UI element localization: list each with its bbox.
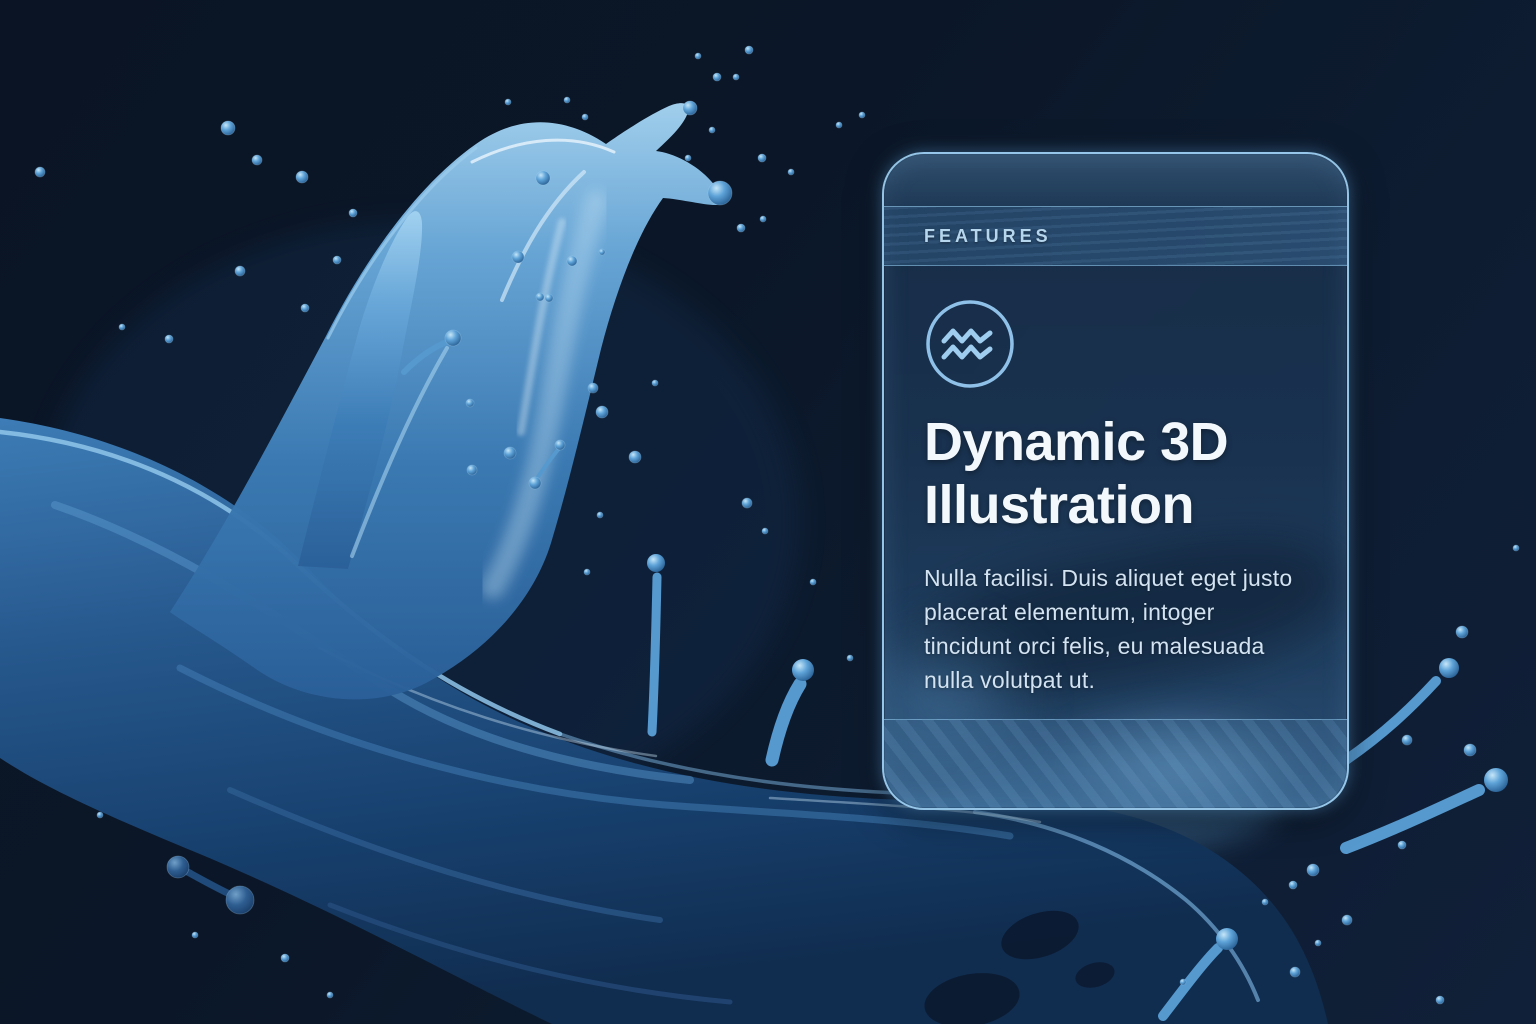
water-droplet (760, 216, 766, 222)
water-droplet (1464, 744, 1476, 756)
water-droplet (733, 74, 739, 80)
water-droplet (708, 181, 732, 205)
water-droplet (685, 155, 691, 161)
water-droplet (629, 451, 641, 463)
water-droplet (1315, 940, 1321, 946)
tendril-tip-droplet (1216, 928, 1238, 950)
water-droplet (221, 121, 235, 135)
water-droplet (252, 155, 262, 165)
water-droplet (847, 655, 853, 661)
water-droplet (584, 569, 590, 575)
card-description: Nulla facilisi. Duis aliquet eget justo … (924, 561, 1307, 697)
water-droplet (545, 294, 553, 302)
water-droplet (504, 447, 516, 459)
water-droplet (165, 335, 173, 343)
water-droplet (836, 122, 842, 128)
water-droplet (349, 209, 357, 217)
water-droplet (529, 477, 541, 489)
water-droplet (192, 932, 198, 938)
water-droplet (235, 266, 245, 276)
water-droplet (597, 512, 603, 518)
water-droplet (567, 256, 577, 266)
water-droplet (1456, 626, 1468, 638)
water-droplet (1180, 979, 1186, 985)
features-label: FEATURES (924, 226, 1052, 247)
water-droplet (1513, 545, 1519, 551)
water-droplet (695, 53, 701, 59)
water-droplet (582, 114, 588, 120)
water-droplet (1398, 841, 1406, 849)
water-droplet (301, 304, 309, 312)
water-tendril (1346, 790, 1479, 848)
water-tendril (652, 577, 657, 732)
water-tendril (1346, 681, 1436, 760)
water-droplet (445, 330, 461, 346)
water-droplet (758, 154, 766, 162)
tendril-tip-droplet (647, 554, 665, 572)
water-droplet (512, 251, 524, 263)
water-tendril (772, 684, 800, 760)
water-droplet (564, 97, 570, 103)
feature-card: FEATURES Dynamic 3D Illustration Nulla f… (882, 152, 1349, 810)
water-droplet (596, 406, 608, 418)
water-droplet (226, 886, 254, 914)
water-droplet (119, 324, 125, 330)
water-droplet (1290, 967, 1300, 977)
water-droplet (555, 440, 565, 450)
water-droplet (296, 171, 308, 183)
water-droplet (333, 256, 341, 264)
card-title: Dynamic 3D Illustration (924, 411, 1307, 537)
water-droplet (467, 465, 477, 475)
card-header: FEATURES (884, 207, 1347, 266)
water-droplet (505, 99, 511, 105)
water-droplet (859, 112, 865, 118)
card-top-strip (884, 154, 1347, 207)
water-droplet (713, 73, 721, 81)
water-droplet (1436, 996, 1444, 1004)
water-droplet (35, 167, 45, 177)
water-droplet (536, 171, 550, 185)
water-droplet (599, 249, 605, 255)
water-droplet (1307, 864, 1319, 876)
water-droplet (167, 856, 189, 878)
water-droplet (1402, 735, 1412, 745)
water-droplet (652, 380, 658, 386)
water-droplet (466, 399, 474, 407)
card-footer (884, 719, 1347, 808)
water-droplet (788, 169, 794, 175)
water-droplet (97, 812, 103, 818)
water-droplet (327, 992, 333, 998)
water-droplet (683, 101, 697, 115)
water-droplet (762, 528, 768, 534)
water-droplet (810, 579, 816, 585)
tendril-tip-droplet (1439, 658, 1459, 678)
hero-scene: FEATURES Dynamic 3D Illustration Nulla f… (0, 0, 1536, 1024)
water-droplet (588, 383, 598, 393)
tendril-tip-droplet (792, 659, 814, 681)
water-waves-icon (924, 298, 1016, 390)
water-droplet (709, 127, 715, 133)
card-body: Dynamic 3D Illustration Nulla facilisi. … (884, 266, 1347, 697)
water-droplet (1289, 881, 1297, 889)
water-droplet (281, 954, 289, 962)
tendril-tip-droplet (1484, 768, 1508, 792)
water-droplet (1262, 899, 1268, 905)
water-droplet (745, 46, 753, 54)
water-droplet (536, 293, 544, 301)
water-droplet (1342, 915, 1352, 925)
water-droplet (742, 498, 752, 508)
water-droplet (737, 224, 745, 232)
